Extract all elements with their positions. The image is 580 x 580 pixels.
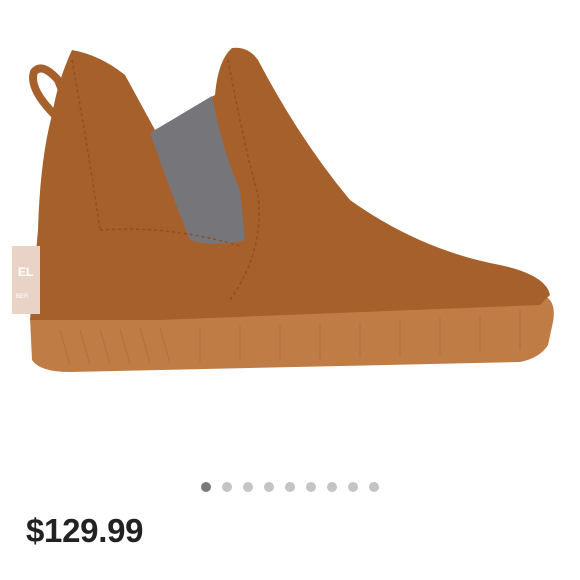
heel-tab — [12, 246, 40, 314]
boot-upper — [30, 47, 550, 320]
carousel-dot[interactable] — [369, 482, 379, 492]
price-label: $129.99 — [26, 512, 144, 549]
carousel-dots — [0, 482, 580, 492]
carousel-dot[interactable] — [264, 482, 274, 492]
heel-tab-text-1: EL — [18, 265, 33, 279]
carousel-dot[interactable] — [348, 482, 358, 492]
carousel-dot[interactable] — [201, 482, 211, 492]
carousel-dot[interactable] — [222, 482, 232, 492]
carousel-dot[interactable] — [306, 482, 316, 492]
carousel-dot[interactable] — [243, 482, 253, 492]
carousel-dot[interactable] — [327, 482, 337, 492]
heel-tab-text-2: BER — [16, 294, 29, 300]
carousel-dot[interactable] — [285, 482, 295, 492]
boot-icon: EL BER — [12, 47, 554, 372]
product-image[interactable]: EL BER — [0, 0, 580, 470]
